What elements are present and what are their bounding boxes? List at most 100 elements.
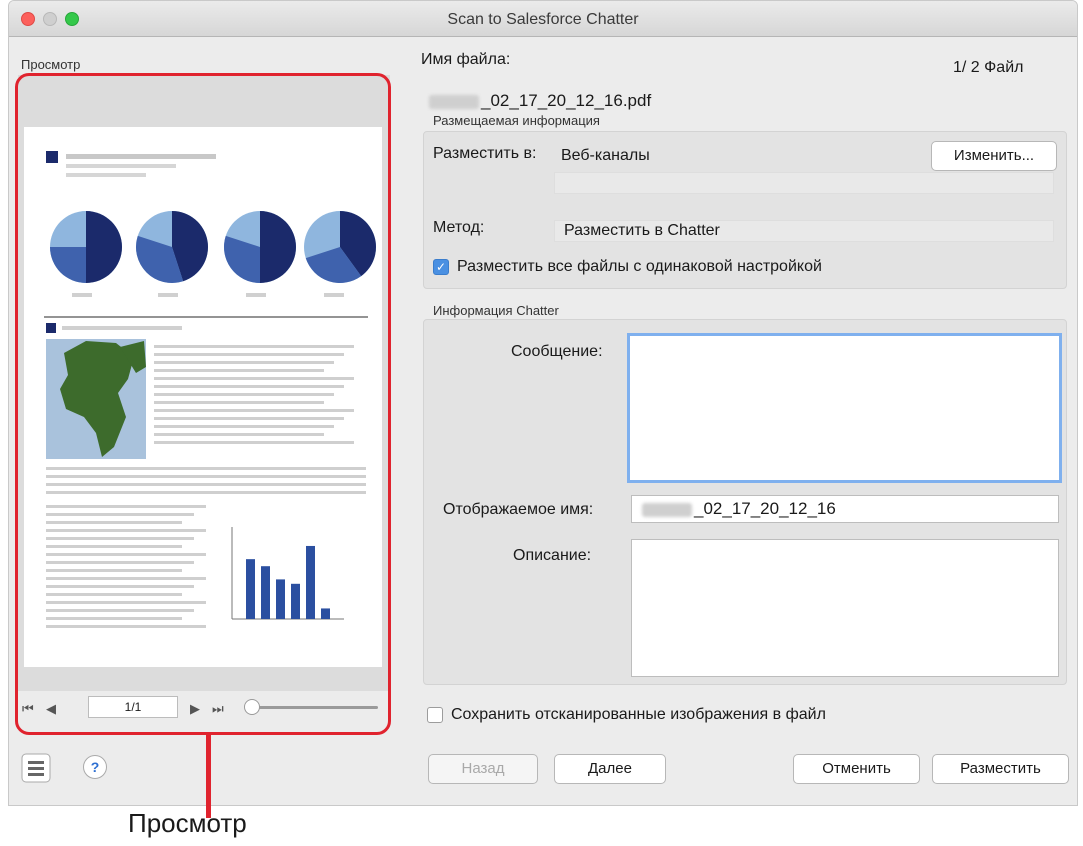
message-input[interactable] <box>627 333 1062 483</box>
bar-chart-group <box>231 527 344 620</box>
text-line-left-9 <box>46 577 206 580</box>
zoom-slider-track[interactable] <box>250 706 378 709</box>
post-to-label: Разместить в: <box>433 145 537 162</box>
back-button[interactable]: Назад <box>428 754 538 784</box>
list-view-button[interactable] <box>21 753 51 783</box>
preview-page-thumbnail <box>24 127 382 667</box>
list-icon <box>21 753 51 783</box>
pie-1-slice-mid <box>50 247 86 283</box>
text-line-full-3 <box>46 491 366 494</box>
text-line-right-4 <box>154 377 354 380</box>
callout-line <box>206 734 211 818</box>
thumb-bar-6 <box>321 608 330 619</box>
cancel-button[interactable]: Отменить <box>793 754 920 784</box>
first-page-icon[interactable]: ⏮ <box>22 701 34 717</box>
preview-page-graphic <box>44 151 377 628</box>
method-label: Метод: <box>433 219 485 236</box>
previous-page-icon[interactable]: ◀ <box>46 701 56 717</box>
blurred-display-prefix <box>642 502 692 517</box>
method-value: Разместить в Chatter <box>564 222 720 239</box>
pie-caption-2 <box>158 293 178 297</box>
preview-label: Просмотр <box>21 57 81 72</box>
text-line-left-13 <box>46 609 194 612</box>
text-line-left-14 <box>46 617 182 620</box>
text-line-left-12 <box>46 601 206 604</box>
thumb-bar-3 <box>276 579 285 619</box>
text-line-right-3 <box>154 369 324 372</box>
text-line-left-7 <box>46 561 194 564</box>
thumb-bar-4 <box>291 583 300 619</box>
message-label: Сообщение: <box>511 343 603 360</box>
thumb-bar-1 <box>246 559 255 619</box>
display-name-label: Отображаемое имя: <box>443 501 594 518</box>
pie-1-slice-dark <box>86 211 122 283</box>
text-line-left-3 <box>46 529 206 532</box>
preview-navigation-bar: ⏮ ◀ 1/1 ▶ ⏭ <box>18 693 390 729</box>
zoom-slider-knob[interactable] <box>244 699 260 715</box>
same-settings-checkbox[interactable]: ✓ <box>433 259 449 275</box>
save-images-label: Сохранить отсканированные изображения в … <box>451 706 826 723</box>
display-name-text: _02_17_20_12_16 <box>694 499 836 518</box>
thumb-bar-2 <box>261 566 270 619</box>
description-input[interactable] <box>631 539 1059 677</box>
display-name-input[interactable]: _02_17_20_12_16 <box>631 495 1059 523</box>
text-line-full-1 <box>46 475 366 478</box>
save-images-checkbox[interactable] <box>427 707 443 723</box>
next-page-icon[interactable]: ▶ <box>190 701 200 717</box>
text-line-full-0 <box>46 467 366 470</box>
subheading-line-1 <box>66 164 176 168</box>
text-line-left-15 <box>46 625 206 628</box>
same-settings-label: Разместить все файлы с одинаковой настро… <box>457 258 822 275</box>
text-line-right-6 <box>154 393 334 396</box>
heading-line-1 <box>66 154 216 159</box>
text-line-right-12 <box>154 441 354 444</box>
text-line-left-0 <box>46 505 206 508</box>
post-info-group-title: Размещаемая информация <box>433 113 600 128</box>
post-to-value: Веб-каналы <box>561 147 650 164</box>
text-line-left-11 <box>46 593 182 596</box>
blurred-prefix <box>429 94 479 109</box>
text-line-left-2 <box>46 521 182 524</box>
chatter-info-group-title: Информация Chatter <box>433 303 559 318</box>
pie-3-slice-dark <box>260 211 296 283</box>
filename-label: Имя файла: <box>421 51 511 68</box>
heading-square-1 <box>46 151 58 163</box>
text-line-left-4 <box>46 537 194 540</box>
text-line-right-5 <box>154 385 344 388</box>
text-line-right-11 <box>154 433 324 436</box>
pie-caption-4 <box>324 293 344 297</box>
description-label: Описание: <box>513 547 592 564</box>
callout-label: Просмотр <box>128 808 247 838</box>
window-title: Scan to Salesforce Chatter <box>447 11 639 28</box>
filename-display: _02_17_20_12_16.pdf <box>429 91 651 111</box>
text-line-left-1 <box>46 513 194 516</box>
pie-caption-3 <box>246 293 266 297</box>
post-to-strip <box>554 172 1054 194</box>
text-line-right-8 <box>154 409 354 412</box>
title-bar[interactable]: Scan to Salesforce Chatter <box>9 1 1077 37</box>
text-line-full-2 <box>46 483 366 486</box>
page-number-field[interactable]: 1/1 <box>88 696 178 718</box>
text-line-right-1 <box>154 353 344 356</box>
change-button[interactable]: Изменить... <box>931 141 1057 171</box>
post-button[interactable]: Разместить <box>932 754 1069 784</box>
subheading-line-2 <box>66 173 146 177</box>
last-page-icon[interactable]: ⏭ <box>212 701 224 717</box>
heading-line-2 <box>62 326 182 330</box>
filename-text: _02_17_20_12_16.pdf <box>481 91 652 110</box>
preview-area[interactable] <box>18 75 390 691</box>
next-button[interactable]: Далее <box>554 754 666 784</box>
heading-square-2 <box>46 323 56 333</box>
text-line-right-2 <box>154 361 334 364</box>
text-line-left-6 <box>46 553 206 556</box>
text-line-right-9 <box>154 417 344 420</box>
file-count: 1/ 2 Файл <box>953 59 1024 76</box>
text-line-right-10 <box>154 425 334 428</box>
pie-caption-1 <box>72 293 92 297</box>
text-line-left-5 <box>46 545 182 548</box>
thumb-bar-5 <box>306 545 315 619</box>
scan-dialog-window: Scan to Salesforce Chatter Просмотр ⏮ ◀ … <box>8 0 1078 806</box>
text-line-left-10 <box>46 585 194 588</box>
preview-pane: ⏮ ◀ 1/1 ▶ ⏭ <box>18 75 390 735</box>
help-icon[interactable]: ? <box>83 755 107 779</box>
